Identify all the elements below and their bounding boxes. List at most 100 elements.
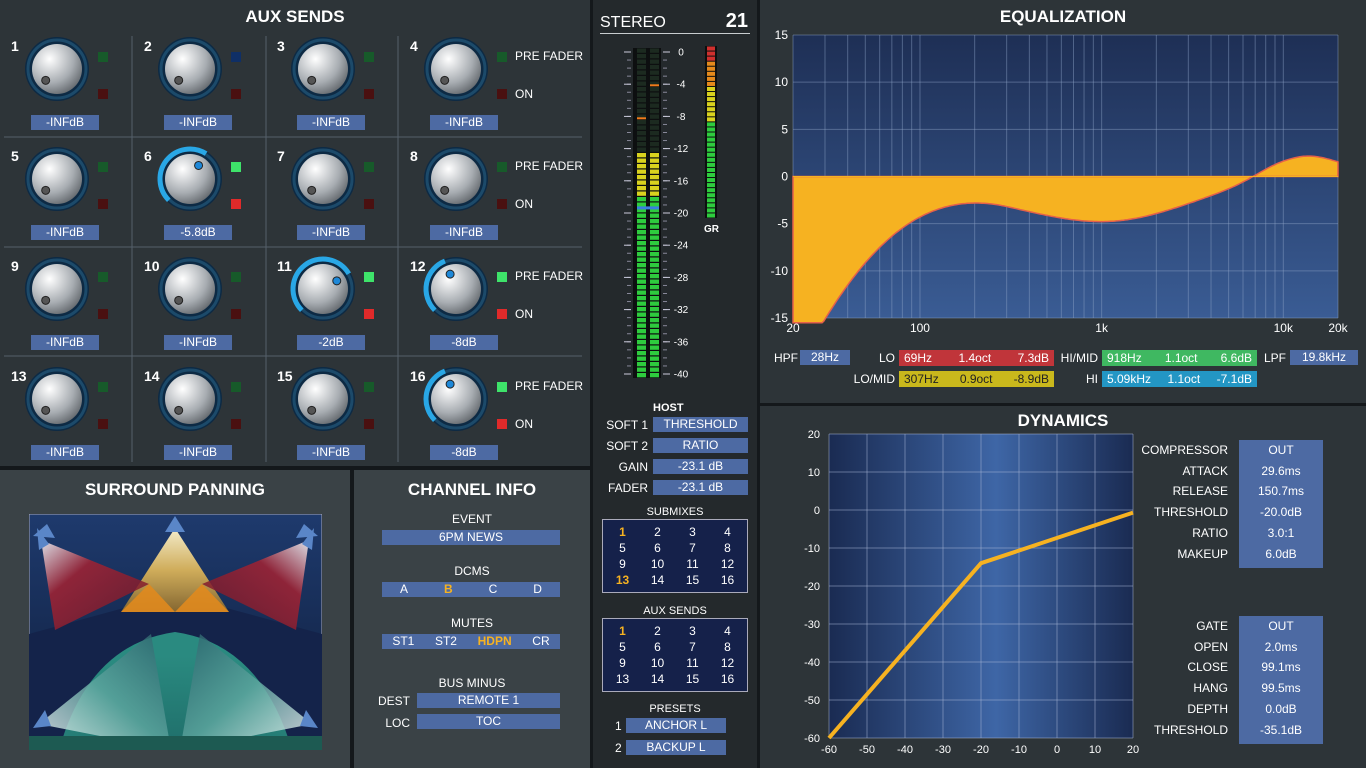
pre-fader-led[interactable] — [98, 382, 108, 392]
eq-curve-display[interactable]: 151050-5-10-1520 100 1k 10k 20k — [760, 30, 1366, 335]
aux-send-knob[interactable] — [22, 254, 92, 324]
on-led[interactable] — [98, 419, 108, 429]
mute-item[interactable]: ST1 — [392, 634, 414, 649]
aux-send-level[interactable]: -INFdB — [31, 445, 99, 460]
aux-send-level[interactable]: -INFdB — [164, 115, 232, 130]
aux-send-knob[interactable] — [288, 34, 358, 104]
aux-send-level[interactable]: -INFdB — [164, 335, 232, 350]
aux-send-level[interactable]: -INFdB — [297, 225, 365, 240]
on-led[interactable] — [497, 89, 507, 99]
aux-send-knob[interactable] — [421, 34, 491, 104]
aux-send-knob[interactable] — [421, 254, 491, 324]
aux-send-knob[interactable] — [421, 144, 491, 214]
pre-fader-led[interactable] — [231, 272, 241, 282]
dyn-param-value[interactable]: 3.0:1 — [1239, 526, 1323, 540]
grid-selector-item[interactable]: 5 — [605, 541, 640, 555]
pre-fader-led[interactable] — [364, 272, 374, 282]
on-led[interactable] — [364, 309, 374, 319]
dest-value[interactable]: REMOTE 1 — [417, 693, 560, 708]
on-led[interactable] — [497, 199, 507, 209]
dyn-param-value[interactable]: 2.0ms — [1239, 640, 1323, 654]
grid-selector-item[interactable]: 7 — [675, 640, 710, 654]
surround-pan-field[interactable] — [29, 514, 322, 750]
event-value[interactable]: 6PM NEWS — [382, 530, 560, 545]
grid-selector-item[interactable]: 13 — [605, 573, 640, 587]
dyn-param-value[interactable]: -35.1dB — [1239, 723, 1323, 737]
on-led[interactable] — [231, 309, 241, 319]
grid-selector-item[interactable]: 1 — [605, 624, 640, 638]
pre-fader-led[interactable] — [231, 382, 241, 392]
pre-fader-led[interactable] — [364, 52, 374, 62]
grid-selector-item[interactable]: 8 — [710, 541, 745, 555]
grid-selector-item[interactable]: 3 — [675, 624, 710, 638]
grid-selector-item[interactable]: 6 — [640, 541, 675, 555]
grid-selector-item[interactable]: 12 — [710, 557, 745, 571]
grid-selector-item[interactable]: 10 — [640, 557, 675, 571]
dyn-param-value[interactable]: 29.6ms — [1239, 464, 1323, 478]
grid-selector-item[interactable]: 11 — [675, 656, 710, 670]
grid-selector-item[interactable]: 11 — [675, 557, 710, 571]
aux-send-knob[interactable] — [22, 364, 92, 434]
pre-fader-led[interactable] — [497, 272, 507, 282]
aux-send-level[interactable]: -INFdB — [164, 445, 232, 460]
preset-button[interactable]: ANCHOR L — [626, 718, 726, 733]
aux-send-knob[interactable] — [421, 364, 491, 434]
aux-send-knob[interactable] — [155, 364, 225, 434]
grid-selector-item[interactable]: 12 — [710, 656, 745, 670]
host-row-value[interactable]: -23.1 dB — [653, 480, 748, 495]
on-led[interactable] — [231, 419, 241, 429]
dyn-param-value[interactable]: 99.1ms — [1239, 660, 1323, 674]
grid-selector-item[interactable]: 2 — [640, 525, 675, 539]
aux-send-knob[interactable] — [155, 34, 225, 104]
host-row-value[interactable]: -23.1 dB — [653, 459, 748, 474]
aux-send-level[interactable]: -INFdB — [430, 115, 498, 130]
grid-selector-item[interactable]: 13 — [605, 672, 640, 686]
on-led[interactable] — [364, 89, 374, 99]
aux-send-knob[interactable] — [288, 144, 358, 214]
aux-send-level[interactable]: -8dB — [430, 335, 498, 350]
aux-send-knob[interactable] — [288, 364, 358, 434]
grid-selector-item[interactable]: 5 — [605, 640, 640, 654]
on-led[interactable] — [231, 89, 241, 99]
pre-fader-led[interactable] — [497, 52, 507, 62]
grid-selector-item[interactable]: 16 — [710, 573, 745, 587]
on-led[interactable] — [497, 309, 507, 319]
grid-selector-item[interactable]: 4 — [710, 624, 745, 638]
aux-send-level[interactable]: -INFdB — [430, 225, 498, 240]
on-led[interactable] — [98, 309, 108, 319]
grid-selector-item[interactable]: 10 — [640, 656, 675, 670]
loc-value[interactable]: TOC — [417, 714, 560, 729]
pre-fader-led[interactable] — [98, 162, 108, 172]
pre-fader-led[interactable] — [497, 162, 507, 172]
on-led[interactable] — [497, 419, 507, 429]
grid-selector-item[interactable]: 16 — [710, 672, 745, 686]
dynamics-transfer-graph[interactable]: 20 10 0 -10 -20 -30 -40 -50 -60-60 -50 -40 -30 -20 -1… — [760, 428, 1140, 768]
grid-selector-item[interactable]: 2 — [640, 624, 675, 638]
aux-send-knob[interactable] — [288, 254, 358, 324]
aux-send-level[interactable]: -8dB — [430, 445, 498, 460]
on-led[interactable] — [98, 89, 108, 99]
grid-selector-item[interactable]: 15 — [675, 573, 710, 587]
on-led[interactable] — [364, 199, 374, 209]
grid-selector-item[interactable]: 8 — [710, 640, 745, 654]
mute-item[interactable]: ST2 — [435, 634, 457, 649]
pre-fader-led[interactable] — [497, 382, 507, 392]
aux-send-level[interactable]: -INFdB — [297, 445, 365, 460]
aux-send-knob[interactable] — [155, 144, 225, 214]
dcm-item[interactable]: D — [533, 582, 542, 597]
mute-item[interactable]: CR — [532, 634, 549, 649]
host-row-value[interactable]: THRESHOLD — [653, 417, 748, 432]
aux-send-level[interactable]: -INFdB — [31, 115, 99, 130]
grid-selector-item[interactable]: 9 — [605, 557, 640, 571]
dyn-param-value[interactable]: 150.7ms — [1239, 484, 1323, 498]
on-led[interactable] — [98, 199, 108, 209]
pre-fader-led[interactable] — [98, 52, 108, 62]
on-led[interactable] — [231, 199, 241, 209]
dyn-param-value[interactable]: OUT — [1239, 443, 1323, 457]
grid-selector-item[interactable]: 4 — [710, 525, 745, 539]
dyn-param-value[interactable]: -20.0dB — [1239, 505, 1323, 519]
aux-send-level[interactable]: -INFdB — [31, 335, 99, 350]
aux-send-level[interactable]: -5.8dB — [164, 225, 232, 240]
dyn-param-value[interactable]: OUT — [1239, 619, 1323, 633]
lpf-value[interactable]: 19.8kHz — [1290, 350, 1358, 365]
